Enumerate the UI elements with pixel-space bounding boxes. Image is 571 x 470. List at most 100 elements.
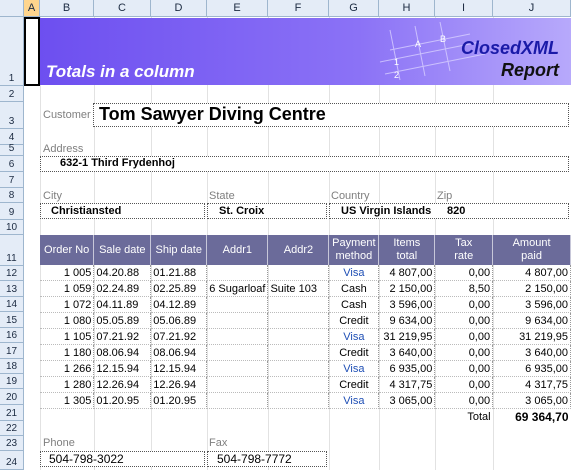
cell-addr2[interactable] bbox=[267, 296, 330, 313]
row-header-12[interactable]: 12 bbox=[0, 266, 24, 281]
cell-ship-date[interactable]: 01.21.88 bbox=[150, 265, 208, 281]
cell-ship-date[interactable]: 08.06.94 bbox=[150, 344, 208, 361]
cell-payment-method[interactable]: Visa bbox=[328, 328, 380, 345]
cell-amount-paid[interactable]: 9 634,00 bbox=[492, 312, 571, 329]
cell-order-no[interactable]: 1 305 bbox=[40, 392, 95, 409]
row-header-17[interactable]: 17 bbox=[0, 343, 24, 359]
cell-amount-paid[interactable]: 31 219,95 bbox=[492, 328, 571, 345]
column-header-a[interactable]: A bbox=[24, 0, 40, 17]
cell-addr1[interactable] bbox=[206, 328, 269, 345]
cell-sale-date[interactable]: 08.06.94 bbox=[93, 344, 152, 361]
row-header-2[interactable]: 2 bbox=[0, 86, 24, 102]
cell-items-total[interactable]: 4 317,75 bbox=[378, 376, 436, 393]
cell-amount-paid[interactable]: 2 150,00 bbox=[492, 280, 571, 297]
row-header-5[interactable]: 5 bbox=[0, 143, 24, 156]
column-header-g[interactable]: G bbox=[329, 0, 379, 17]
cell-ship-date[interactable]: 07.21.92 bbox=[150, 328, 208, 345]
cell-items-total[interactable]: 31 219,95 bbox=[378, 328, 436, 345]
column-header-j[interactable]: J bbox=[493, 0, 571, 17]
row-header-13[interactable]: 13 bbox=[0, 281, 24, 297]
cell-addr2[interactable] bbox=[267, 328, 330, 345]
cell-order-no[interactable]: 1 180 bbox=[40, 344, 95, 361]
cell-ship-date[interactable]: 01.20.95 bbox=[150, 392, 208, 409]
cell-items-total[interactable]: 9 634,00 bbox=[378, 312, 436, 329]
cell-addr1[interactable] bbox=[206, 265, 269, 281]
cell-addr1[interactable] bbox=[206, 376, 269, 393]
row-header-10[interactable]: 10 bbox=[0, 220, 24, 235]
column-header-f[interactable]: F bbox=[268, 0, 329, 17]
cell-tax-rate[interactable]: 0,00 bbox=[434, 328, 494, 345]
cell-sale-date[interactable]: 04.11.89 bbox=[93, 296, 152, 313]
cell-items-total[interactable]: 3 596,00 bbox=[378, 296, 436, 313]
column-header-d[interactable]: D bbox=[151, 0, 207, 17]
cell-items-total[interactable]: 4 807,00 bbox=[378, 265, 436, 281]
column-header-i[interactable]: I bbox=[435, 0, 493, 17]
row-header-16[interactable]: 16 bbox=[0, 328, 24, 343]
cell-addr2[interactable] bbox=[267, 376, 330, 393]
column-header-b[interactable]: B bbox=[40, 0, 94, 17]
cell-tax-rate[interactable]: 0,00 bbox=[434, 360, 494, 377]
cell-payment-method[interactable]: Credit bbox=[328, 344, 380, 361]
cell-items-total[interactable]: 6 935,00 bbox=[378, 360, 436, 377]
cell-tax-rate[interactable]: 0,00 bbox=[434, 265, 494, 281]
row-header-14[interactable]: 14 bbox=[0, 297, 24, 312]
cell-amount-paid[interactable]: 3 640,00 bbox=[492, 344, 571, 361]
row-header-11[interactable]: 11 bbox=[0, 235, 24, 266]
cell-sale-date[interactable]: 01.20.95 bbox=[93, 392, 152, 409]
row-header-15[interactable]: 15 bbox=[0, 312, 24, 328]
cell-items-total[interactable]: 2 150,00 bbox=[378, 280, 436, 297]
row-header-7[interactable]: 7 bbox=[0, 172, 24, 188]
cell-addr1[interactable] bbox=[206, 360, 269, 377]
cell-amount-paid[interactable]: 4 317,75 bbox=[492, 376, 571, 393]
cell-addr2[interactable] bbox=[267, 312, 330, 329]
cell-addr1[interactable] bbox=[206, 392, 269, 409]
cell-tax-rate[interactable]: 0,00 bbox=[434, 392, 494, 409]
cell-addr1[interactable]: 6 Sugarloaf bbox=[206, 280, 269, 297]
row-header-18[interactable]: 18 bbox=[0, 359, 24, 374]
cell-sale-date[interactable]: 05.05.89 bbox=[93, 312, 152, 329]
cell-addr2[interactable] bbox=[267, 392, 330, 409]
cell-tax-rate[interactable]: 0,00 bbox=[434, 296, 494, 313]
row-header-20[interactable]: 20 bbox=[0, 389, 24, 405]
row-header-24[interactable]: 24 bbox=[0, 451, 24, 470]
cell-order-no[interactable]: 1 105 bbox=[40, 328, 95, 345]
cell-amount-paid[interactable]: 3 065,00 bbox=[492, 392, 571, 409]
cell-sale-date[interactable]: 02.24.89 bbox=[93, 280, 152, 297]
cell-addr2[interactable] bbox=[267, 360, 330, 377]
cell-ship-date[interactable]: 04.12.89 bbox=[150, 296, 208, 313]
cell-amount-paid[interactable]: 3 596,00 bbox=[492, 296, 571, 313]
selected-cell-a1[interactable] bbox=[24, 17, 40, 86]
column-header-e[interactable]: E bbox=[207, 0, 268, 17]
cell-sale-date[interactable]: 12.15.94 bbox=[93, 360, 152, 377]
cell-addr1[interactable] bbox=[206, 344, 269, 361]
column-header-c[interactable]: C bbox=[94, 0, 151, 17]
select-all-corner[interactable] bbox=[0, 0, 24, 17]
cell-payment-method[interactable]: Visa bbox=[328, 392, 380, 409]
cell-sale-date[interactable]: 04.20.88 bbox=[93, 265, 152, 281]
cell-order-no[interactable]: 1 080 bbox=[40, 312, 95, 329]
cell-payment-method[interactable]: Credit bbox=[328, 376, 380, 393]
row-header-19[interactable]: 19 bbox=[0, 374, 24, 389]
cell-items-total[interactable]: 3 640,00 bbox=[378, 344, 436, 361]
cell-addr1[interactable] bbox=[206, 312, 269, 329]
cell-tax-rate[interactable]: 0,00 bbox=[434, 312, 494, 329]
cell-order-no[interactable]: 1 280 bbox=[40, 376, 95, 393]
cell-addr2[interactable] bbox=[267, 344, 330, 361]
cell-amount-paid[interactable]: 6 935,00 bbox=[492, 360, 571, 377]
cell-order-no[interactable]: 1 005 bbox=[40, 265, 95, 281]
cell-addr2[interactable]: Suite 103 bbox=[267, 280, 330, 297]
row-header-8[interactable]: 8 bbox=[0, 188, 24, 203]
cell-order-no[interactable]: 1 072 bbox=[40, 296, 95, 313]
cell-payment-method[interactable]: Visa bbox=[328, 265, 380, 281]
cell-payment-method[interactable]: Cash bbox=[328, 296, 380, 313]
cell-addr1[interactable] bbox=[206, 296, 269, 313]
cell-payment-method[interactable]: Visa bbox=[328, 360, 380, 377]
cell-addr2[interactable] bbox=[267, 265, 330, 281]
cell-ship-date[interactable]: 12.26.94 bbox=[150, 376, 208, 393]
cell-ship-date[interactable]: 02.25.89 bbox=[150, 280, 208, 297]
cell-ship-date[interactable]: 05.06.89 bbox=[150, 312, 208, 329]
cell-sale-date[interactable]: 07.21.92 bbox=[93, 328, 152, 345]
cell-tax-rate[interactable]: 0,00 bbox=[434, 344, 494, 361]
cell-items-total[interactable]: 3 065,00 bbox=[378, 392, 436, 409]
cell-order-no[interactable]: 1 266 bbox=[40, 360, 95, 377]
